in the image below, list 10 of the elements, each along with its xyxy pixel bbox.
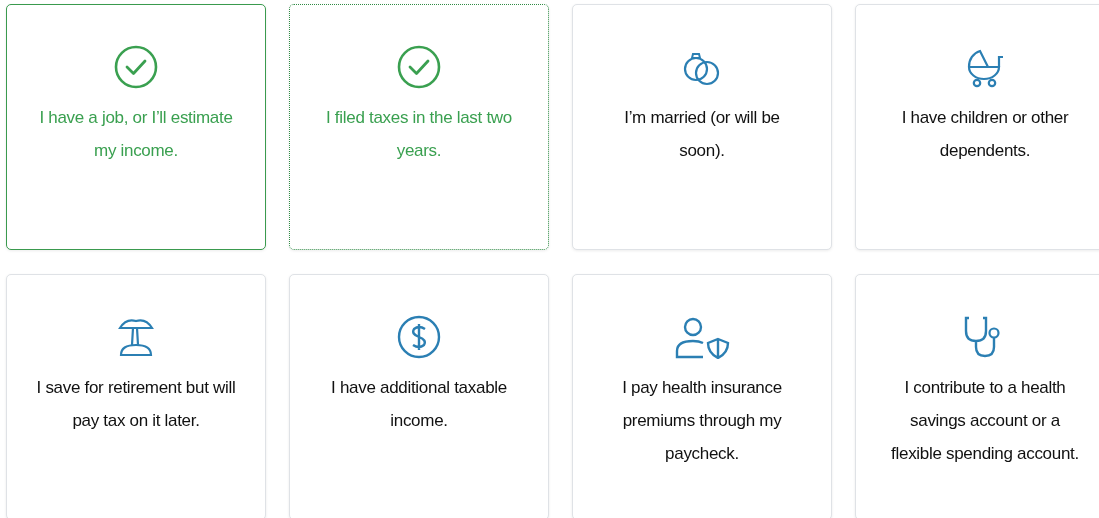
option-card[interactable]: I pay health insurance premiums through my paycheck.	[572, 274, 832, 518]
person-shield-icon	[673, 315, 731, 359]
dollar-icon	[397, 315, 441, 359]
option-card[interactable]: I’m married (or will be soon).	[572, 4, 832, 250]
option-card[interactable]: I have children or other dependents.	[855, 4, 1099, 250]
option-card[interactable]: I have additional taxable income.	[289, 274, 549, 518]
option-card[interactable]: I contribute to a health savings account or a flexible spending account.	[855, 274, 1099, 518]
check-circle-icon	[397, 45, 441, 89]
check-circle-icon	[114, 45, 158, 89]
option-card[interactable]: I save for retirement but will pay tax on it later.	[6, 274, 266, 518]
